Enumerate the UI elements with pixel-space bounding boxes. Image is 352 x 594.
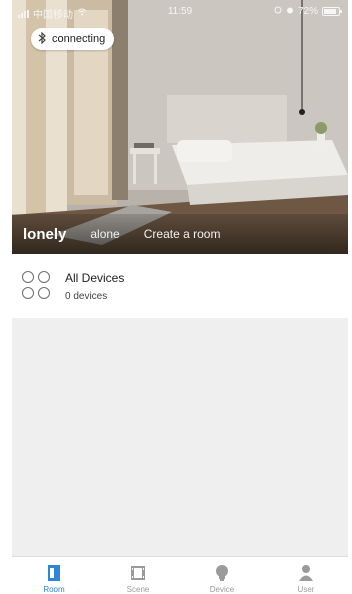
room-tab-lonely[interactable]: lonely: [23, 226, 66, 243]
connection-status-chip[interactable]: connecting: [31, 28, 115, 50]
tab-user-label: User: [297, 585, 315, 594]
alarm-icon: [286, 6, 294, 17]
connection-label: connecting: [52, 33, 106, 45]
tab-device-label: Device: [209, 585, 235, 594]
scene-icon: [128, 563, 148, 583]
bottom-tab-bar: Room Scene Device User: [12, 556, 348, 594]
tab-room[interactable]: Room: [12, 557, 96, 594]
tab-device[interactable]: Device: [180, 557, 264, 594]
device-count: 0 devices: [65, 291, 108, 302]
status-right: 72%: [274, 6, 342, 17]
room-tabs: lonely alone Create a room: [12, 214, 348, 254]
room-icon: [44, 563, 64, 583]
all-devices-summary[interactable]: All Devices 0 devices: [12, 254, 348, 318]
devices-grid-icon: [22, 271, 52, 301]
status-bar: 中国移动 11:59 72%: [12, 0, 348, 22]
lock-rotation-icon: [274, 6, 282, 17]
device-list-area: [12, 318, 348, 556]
battery-percent: 72%: [297, 6, 318, 17]
tab-room-label: Room: [43, 585, 65, 594]
room-tab-alone[interactable]: alone: [90, 227, 119, 241]
user-icon: [296, 563, 316, 583]
tab-user[interactable]: User: [264, 557, 348, 594]
tab-scene[interactable]: Scene: [96, 557, 180, 594]
create-room-tab[interactable]: Create a room: [144, 227, 221, 241]
battery-icon: [322, 7, 342, 16]
room-banner: 中国移动 11:59 72% connecting lonely alone C…: [12, 0, 348, 254]
bulb-icon: [212, 563, 232, 583]
app-screen: 中国移动 11:59 72% connecting lonely alone C…: [0, 0, 352, 594]
all-devices-title: All Devices: [65, 271, 125, 285]
bluetooth-icon: [37, 31, 47, 47]
tab-scene-label: Scene: [126, 585, 150, 594]
